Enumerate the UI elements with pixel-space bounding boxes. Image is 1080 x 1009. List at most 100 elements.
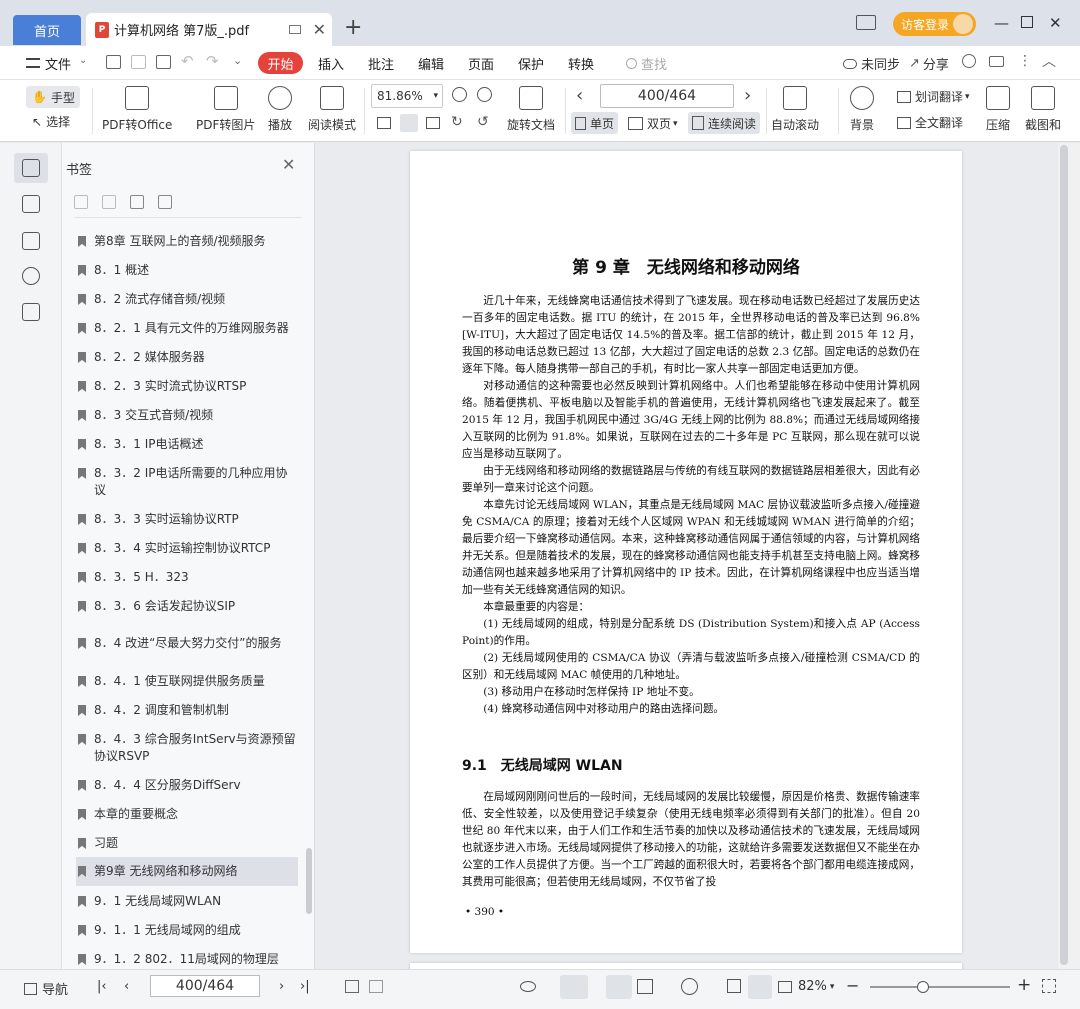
- navigation-toggle[interactable]: 导航: [24, 979, 68, 998]
- bookmark-item[interactable]: 8．4．2 调度和管制机制: [76, 702, 298, 719]
- double-page-button[interactable]: 双页 ▾: [628, 115, 678, 132]
- message-icon[interactable]: [989, 56, 1004, 67]
- comment-panel-icon[interactable]: [22, 232, 40, 250]
- new-tab-button[interactable]: +: [344, 15, 362, 41]
- bookmark-item[interactable]: 8．2．3 实时流式协议RTSP: [76, 378, 298, 395]
- prev-page-icon[interactable]: ‹: [576, 85, 583, 106]
- add-bookmark-icon[interactable]: [130, 195, 144, 209]
- bookmark-item-selected[interactable]: 第9章 无线网络和移动网络: [76, 857, 298, 886]
- background-button[interactable]: 背景: [850, 86, 874, 133]
- maximize-button[interactable]: [1021, 16, 1033, 28]
- minimize-button[interactable]: —: [994, 14, 1009, 32]
- tab-preview-icon[interactable]: [288, 25, 301, 34]
- window-layout-icon[interactable]: [856, 15, 876, 30]
- forward-icon[interactable]: [369, 980, 383, 993]
- document-scrollbar-thumb[interactable]: [1060, 145, 1068, 965]
- fit-page-icon[interactable]: [400, 114, 418, 132]
- prev-page-icon[interactable]: ‹: [124, 979, 129, 994]
- pdf-to-image-button[interactable]: PDF转图片: [196, 86, 255, 133]
- bookmark-item[interactable]: 8．2．2 媒体服务器: [76, 349, 298, 366]
- bookmark-item[interactable]: 8．3．1 IP电话概述: [76, 436, 298, 453]
- bookmark-item[interactable]: 8．3 交互式音频/视频: [76, 407, 298, 424]
- compress-button[interactable]: 压缩: [986, 86, 1010, 133]
- next-page-icon[interactable]: ›: [744, 85, 751, 106]
- zoom-slider[interactable]: [870, 981, 1010, 993]
- screenshot-button[interactable]: 截图和: [1025, 86, 1061, 133]
- fit-page-icon[interactable]: [748, 975, 772, 999]
- auto-scroll-button[interactable]: 自动滚动: [771, 86, 819, 133]
- visitor-login-button[interactable]: 访客登录: [893, 12, 976, 36]
- reading-mode-button[interactable]: 阅读模式: [308, 86, 356, 133]
- eye-care-icon[interactable]: [520, 981, 536, 992]
- bookmark-item[interactable]: 第8章 互联网上的音频/视频服务: [76, 233, 298, 250]
- zoom-in-icon[interactable]: [477, 87, 492, 102]
- bookmark-item[interactable]: 8．3．2 IP电话所需要的几种应用协议: [76, 465, 298, 499]
- document-view[interactable]: 第 9 章 无线网络和移动网络 近几十年来，无线蜂窝电话通信技术得到了飞速发展。…: [316, 143, 1058, 969]
- continuous-reading-button[interactable]: 连续阅读: [688, 112, 761, 134]
- search-box[interactable]: 查找: [626, 54, 667, 73]
- more-chevron-icon[interactable]: ⌄: [233, 54, 242, 67]
- menu-hamburger-icon[interactable]: [26, 58, 40, 68]
- fullscreen-icon[interactable]: [1042, 979, 1056, 993]
- play-icon[interactable]: [681, 978, 698, 995]
- rotate-document-button[interactable]: 旋转文档: [507, 86, 555, 133]
- bookmark-item[interactable]: 9．1 无线局域网WLAN: [76, 893, 298, 910]
- bookmark-scrollbar[interactable]: [306, 848, 312, 914]
- full-translate-button[interactable]: 全文翻译: [897, 114, 963, 131]
- menu-page[interactable]: 页面: [468, 54, 494, 73]
- collapse-ribbon-icon[interactable]: ︿: [1042, 51, 1056, 71]
- sync-button[interactable]: 未同步: [843, 54, 900, 73]
- bookmark-item[interactable]: 8．4．4 区分服务DiffServ: [76, 777, 298, 794]
- rotate-left-icon[interactable]: ↻: [451, 114, 463, 130]
- word-translate-button[interactable]: 划词翻译 ▾: [897, 88, 970, 105]
- close-window-button[interactable]: ✕: [1049, 14, 1062, 32]
- bookmark-item[interactable]: 习题: [76, 835, 298, 852]
- tab-close-icon[interactable]: ✕: [313, 20, 326, 39]
- zoom-out-icon[interactable]: [452, 87, 467, 102]
- tab-document[interactable]: P 计算机网络 第7版_.pdf ✕: [86, 13, 332, 46]
- hand-tool-button[interactable]: ✋ 手型: [26, 86, 80, 108]
- menu-edit[interactable]: 编辑: [418, 54, 444, 73]
- bookmark-panel-close-icon[interactable]: ✕: [282, 155, 295, 174]
- bookmark-item[interactable]: 8．4 改进“尽最大努力交付”的服务: [76, 635, 298, 652]
- zoom-in-button[interactable]: +: [1017, 975, 1031, 995]
- menu-insert[interactable]: 插入: [318, 54, 344, 73]
- play-button[interactable]: 播放: [268, 86, 292, 133]
- bookmark-item[interactable]: 8．3．5 H．323: [76, 569, 298, 586]
- open-icon[interactable]: [106, 55, 121, 69]
- attachment-panel-icon[interactable]: [22, 267, 40, 285]
- page-number-input[interactable]: 400/464: [600, 84, 734, 108]
- fit-width-icon[interactable]: [426, 117, 440, 129]
- first-page-icon[interactable]: |‹: [97, 979, 107, 994]
- print-icon[interactable]: [156, 55, 171, 69]
- expand-all-icon[interactable]: [74, 195, 88, 209]
- settings-gear-icon[interactable]: [962, 54, 976, 68]
- menu-start[interactable]: 开始: [258, 52, 303, 74]
- menu-convert[interactable]: 转换: [568, 54, 594, 73]
- bookmark-item[interactable]: 8．1 概述: [76, 262, 298, 279]
- select-tool-button[interactable]: ↖ 选择: [32, 113, 70, 130]
- share-button[interactable]: ↗ 分享: [909, 54, 949, 73]
- bookmark-item[interactable]: 8．3．4 实时运输控制协议RTCP: [76, 540, 298, 557]
- bookmark-item[interactable]: 8．2 流式存储音频/视频: [76, 291, 298, 308]
- bookmark-panel-icon[interactable]: [22, 159, 40, 177]
- bookmark-item[interactable]: 本章的重要概念: [76, 806, 298, 823]
- pdf-to-office-button[interactable]: PDF转Office: [102, 86, 172, 133]
- collapse-all-icon[interactable]: [102, 195, 116, 209]
- single-page-button[interactable]: 单页: [571, 112, 619, 134]
- back-icon[interactable]: [345, 980, 359, 993]
- status-page-input[interactable]: 400/464: [150, 975, 260, 997]
- undo-icon[interactable]: ↶: [181, 52, 194, 70]
- zoom-out-button[interactable]: −: [846, 976, 859, 995]
- next-page-icon[interactable]: ›: [279, 979, 284, 994]
- bookmark-item[interactable]: 8．3．3 实时运输协议RTP: [76, 511, 298, 528]
- more-options-icon[interactable]: ⋮: [1018, 53, 1032, 69]
- actual-size-icon[interactable]: [377, 117, 391, 129]
- bookmark-item[interactable]: 8．3．6 会话发起协议SIP: [76, 598, 298, 615]
- last-page-icon[interactable]: ›|: [300, 979, 310, 994]
- zoom-slider-knob[interactable]: [917, 981, 929, 993]
- thumbnail-panel-icon[interactable]: [22, 195, 40, 213]
- redo-icon[interactable]: ↷: [206, 52, 219, 70]
- double-page-mode-icon[interactable]: [637, 979, 653, 994]
- bookmark-item[interactable]: 9．1．1 无线局域网的组成: [76, 922, 298, 939]
